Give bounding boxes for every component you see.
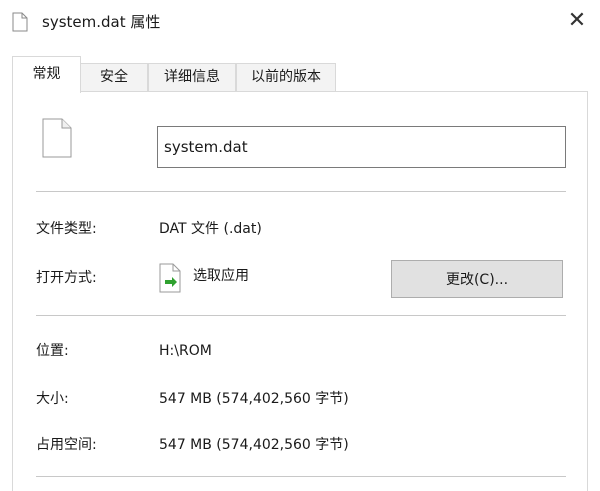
blank-file-icon xyxy=(42,118,72,158)
choose-app-icon xyxy=(159,263,181,293)
file-type-label: 文件类型: xyxy=(36,221,97,237)
open-with-value: 选取应用 xyxy=(193,268,249,284)
file-name-input[interactable] xyxy=(157,126,566,168)
tab-previous-versions[interactable]: 以前的版本 xyxy=(236,63,336,91)
open-with-label: 打开方式: xyxy=(36,270,97,286)
location-value: H:\ROM xyxy=(159,343,212,359)
size-label: 大小: xyxy=(36,391,69,407)
separator xyxy=(36,476,566,477)
title-bar: system.dat 属性 ✕ xyxy=(0,0,600,46)
window-title: system.dat 属性 xyxy=(42,13,161,31)
tab-details[interactable]: 详细信息 xyxy=(148,63,236,91)
close-icon: ✕ xyxy=(567,7,587,33)
tab-security[interactable]: 安全 xyxy=(80,63,148,91)
close-button[interactable]: ✕ xyxy=(554,0,600,40)
tab-baseline xyxy=(12,91,588,92)
document-icon xyxy=(12,12,28,32)
size-on-disk-label: 占用空间: xyxy=(36,437,97,453)
tab-general[interactable]: 常规 xyxy=(12,56,81,93)
change-button[interactable]: 更改(C)... xyxy=(391,260,563,298)
separator xyxy=(36,191,566,192)
file-type-value: DAT 文件 (.dat) xyxy=(159,221,262,237)
location-label: 位置: xyxy=(36,343,69,359)
size-on-disk-value: 547 MB (574,402,560 字节) xyxy=(159,437,349,453)
separator xyxy=(36,315,566,316)
size-value: 547 MB (574,402,560 字节) xyxy=(159,391,349,407)
